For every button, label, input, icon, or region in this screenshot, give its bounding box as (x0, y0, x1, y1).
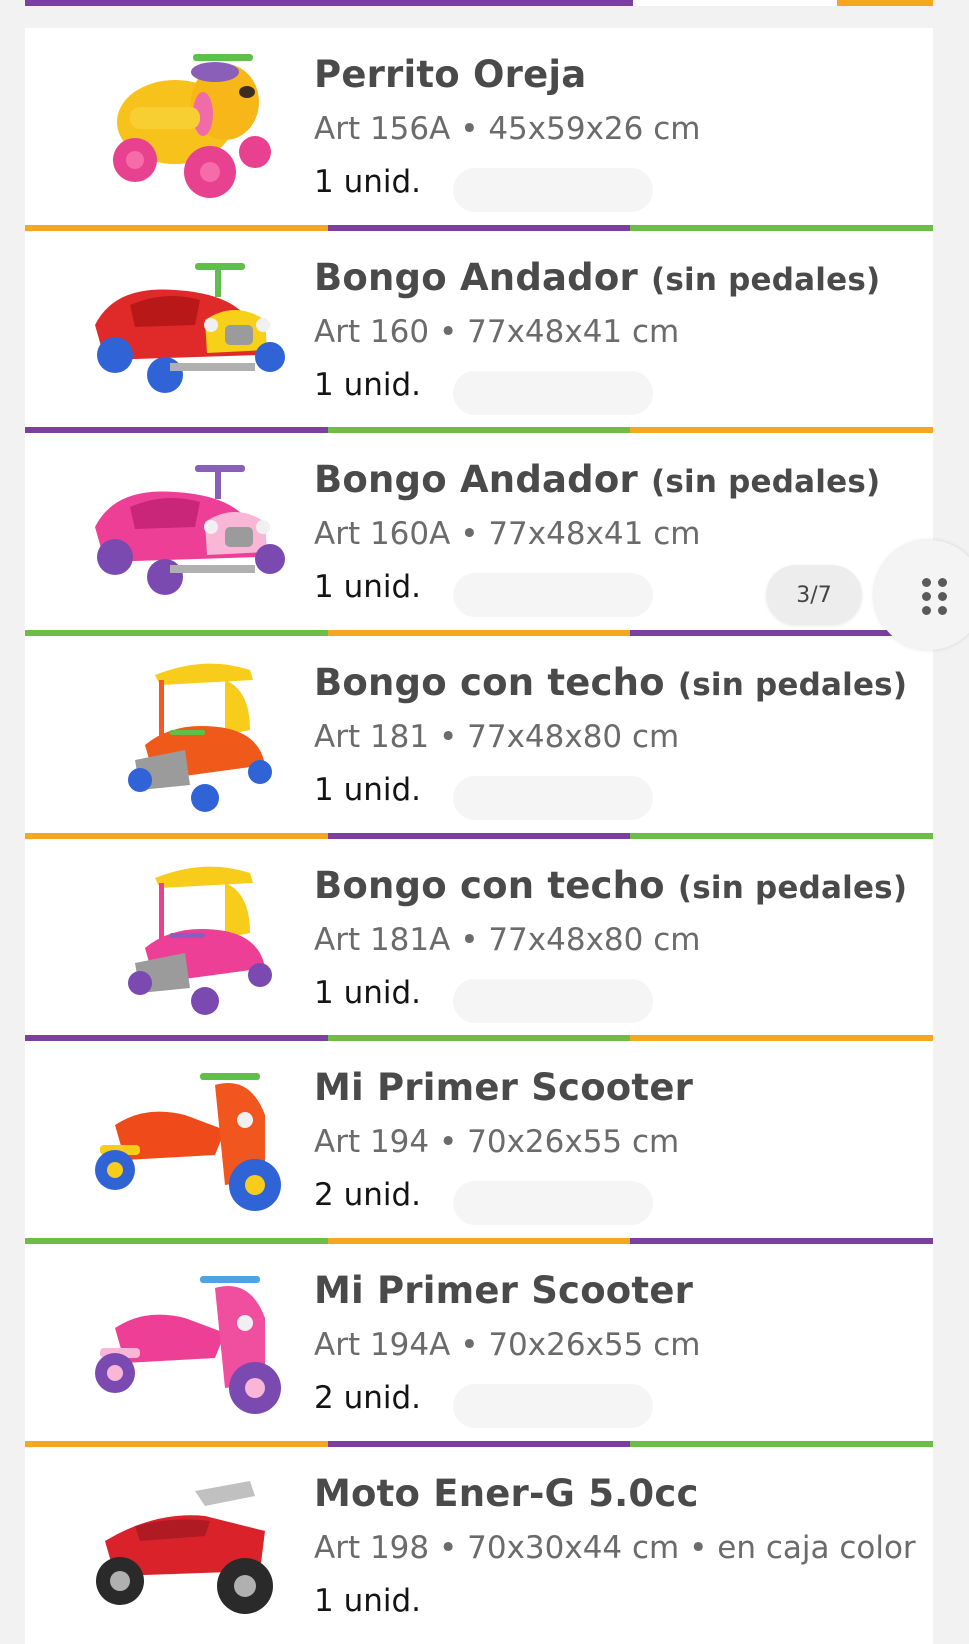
scooter-pink-icon (75, 1258, 285, 1423)
product-list: Perrito Oreja Art 156A • 45x59x26 cm 1 u… (25, 28, 934, 1644)
product-spec: Art 198 • 70x30x44 cm • en caja color (314, 1529, 916, 1566)
product-card: Mi Primer Scooter Art 194A • 70x26x55 cm… (25, 1244, 933, 1441)
product-card: Bongo Andador (sin pedales) Art 160 • 77… (25, 230, 933, 428)
product-note: (sin pedales) (651, 261, 881, 298)
scooter-orange-icon (75, 1055, 285, 1220)
motorbike-red-icon (75, 1461, 285, 1626)
product-spec: Art 156A • 45x59x26 cm (314, 111, 701, 147)
product-spec: Art 194 • 70x26x55 cm (314, 1124, 680, 1161)
product-spec: Art 160A • 77x48x41 cm (314, 516, 701, 553)
roof-car-orange-icon (75, 650, 285, 815)
product-note: (sin pedales) (677, 869, 908, 906)
product-name: Bongo Andador (314, 255, 638, 299)
top-color-strip (25, 0, 933, 6)
product-card: Moto Ener-G 5.0cc Art 198 • 70x30x44 cm … (25, 1446, 933, 1644)
product-name: Moto Ener-G 5.0cc (314, 1471, 699, 1515)
product-card: Perrito Oreja Art 156A • 45x59x26 cm 1 u… (25, 28, 933, 225)
product-name: Mi Primer Scooter (314, 1066, 694, 1110)
redacted-price (453, 1181, 653, 1226)
product-card: Bongo con techo (sin pedales) Art 181A •… (25, 838, 933, 1036)
dog-rideon-icon (75, 42, 285, 207)
product-name: Bongo Andador (314, 458, 638, 502)
product-spec: Art 181A • 77x48x80 cm (314, 921, 701, 958)
product-name: Perrito Oreja (314, 53, 587, 96)
redacted-price (453, 168, 653, 212)
product-name: Mi Primer Scooter (314, 1269, 694, 1313)
redacted-price (453, 573, 653, 618)
redacted-price (453, 776, 653, 821)
product-spec: Art 194A • 70x26x55 cm (314, 1327, 701, 1364)
redacted-price (453, 1384, 653, 1429)
product-quantity: 1 unid. (314, 1582, 422, 1619)
redacted-price (453, 978, 653, 1023)
product-card: Bongo con techo (sin pedales) Art 181 • … (25, 636, 933, 833)
roof-car-pink-icon (75, 853, 285, 1018)
product-name: Bongo con techo (314, 863, 665, 907)
redacted-price (453, 370, 653, 415)
car-pink-icon (75, 447, 285, 612)
product-spec: Art 181 • 77x48x80 cm (314, 719, 680, 756)
product-note: (sin pedales) (677, 667, 908, 704)
product-card: Mi Primer Scooter Art 194 • 70x26x55 cm … (25, 1041, 933, 1239)
page-counter: 3/7 (766, 565, 862, 625)
grip-dots-icon (922, 578, 948, 615)
car-red-icon (75, 245, 285, 410)
product-note: (sin pedales) (651, 464, 881, 501)
product-name: Bongo con techo (314, 661, 665, 705)
product-spec: Art 160 • 77x48x41 cm (314, 313, 680, 350)
